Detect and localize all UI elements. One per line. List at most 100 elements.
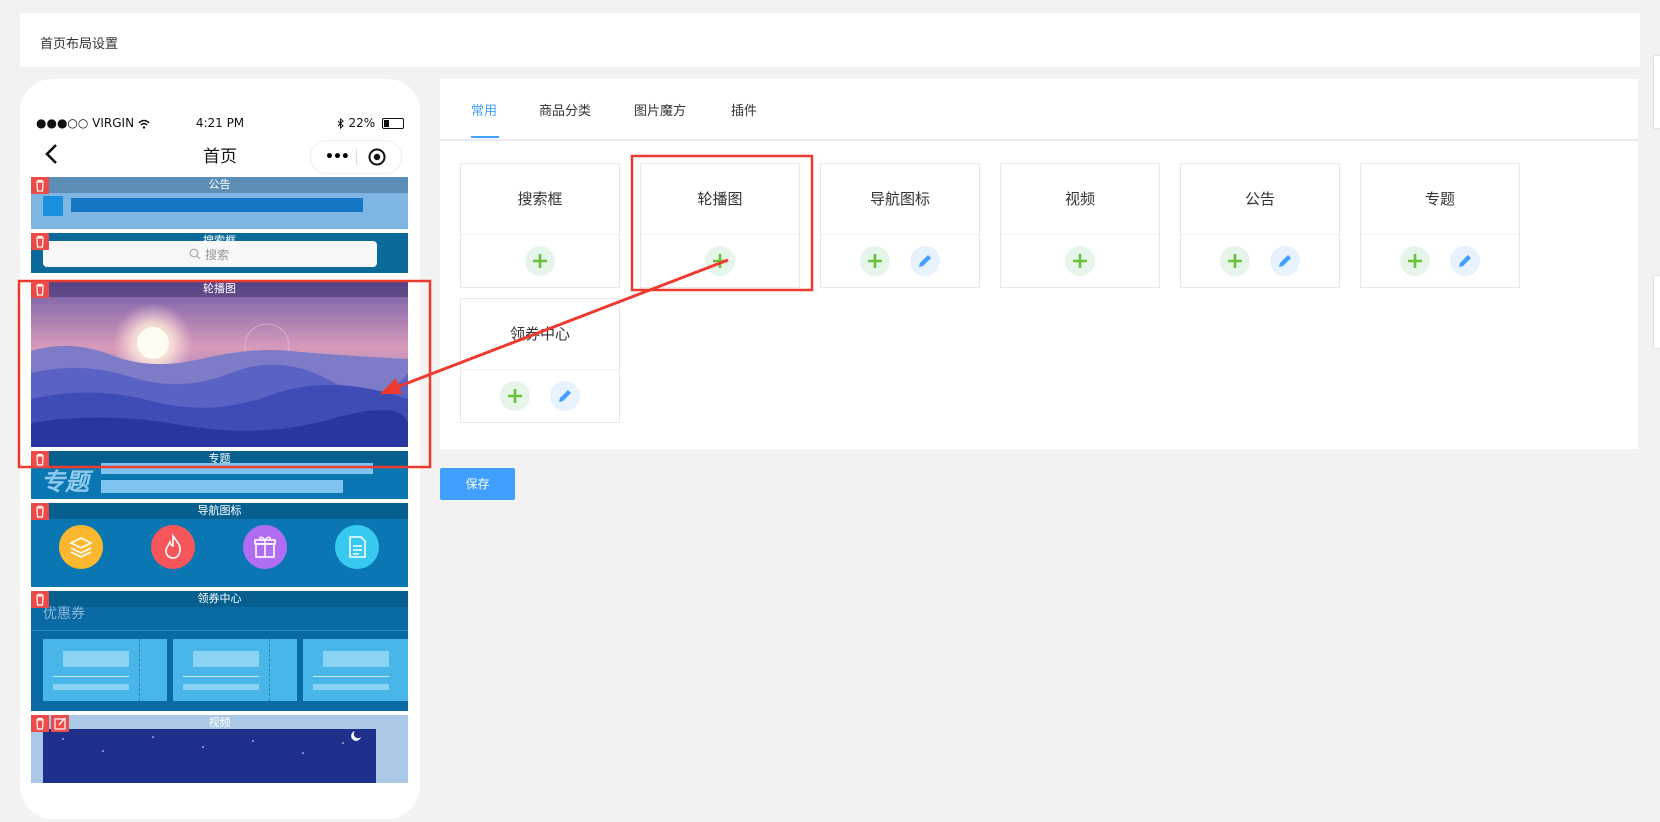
module-notice[interactable]: 公告 xyxy=(31,177,408,229)
tab-common[interactable]: 常用 xyxy=(471,100,497,119)
module-label: 导航图标 xyxy=(197,504,242,517)
layers-icon xyxy=(59,525,103,569)
module-list: 公告 搜索框 搜索 轮播图 专题 专题 导航图标 领券中心 优惠券 视频 xyxy=(31,177,408,783)
component-card-video: 视频 xyxy=(1000,163,1160,288)
trash-icon xyxy=(36,453,44,466)
card-title: 专题 xyxy=(1361,164,1519,235)
module-label: 轮播图 xyxy=(203,282,236,295)
delete-module-button[interactable] xyxy=(31,503,49,520)
module-label: 领券中心 xyxy=(197,592,242,605)
delete-module-button[interactable] xyxy=(31,233,49,250)
side-panel-edge[interactable] xyxy=(1654,276,1660,348)
plus-icon xyxy=(1408,254,1423,268)
battery-status: 22% xyxy=(337,116,404,130)
module-search[interactable]: 搜索框 搜索 xyxy=(31,233,408,273)
delete-module-button[interactable] xyxy=(31,451,49,468)
capsule-menu[interactable]: ••• xyxy=(310,140,402,174)
capsule-divider xyxy=(356,149,357,165)
component-panel: 常用 商品分类 图片魔方 插件 搜索框 轮播图 导航图标 视频 公告 专题 领券… xyxy=(440,79,1638,449)
coupon-card xyxy=(173,639,297,701)
notice-bar xyxy=(71,198,363,212)
edit-module-button[interactable] xyxy=(51,715,69,732)
trash-icon xyxy=(36,717,44,730)
page-title: 首页布局设置 xyxy=(40,37,119,52)
module-label: 公告 xyxy=(208,178,231,191)
header-bar: 首页布局设置 xyxy=(20,13,1640,67)
plus-icon xyxy=(713,254,727,268)
component-card-notice: 公告 xyxy=(1180,163,1340,288)
card-title: 导航图标 xyxy=(821,164,979,235)
add-button[interactable] xyxy=(1400,246,1431,276)
phone-preview: ●●●○○ VIRGIN 4:21 PM 22% 首页 ••• 公告 搜索框 搜… xyxy=(20,79,420,819)
coupon-card xyxy=(303,639,408,701)
pencil-icon xyxy=(918,255,931,267)
card-title: 领券中心 xyxy=(461,299,619,370)
topic-line xyxy=(101,480,343,493)
delete-module-button[interactable] xyxy=(31,591,49,608)
add-button[interactable] xyxy=(860,246,891,276)
tab-plugins[interactable]: 插件 xyxy=(731,100,757,119)
component-card-coupon: 领券中心 xyxy=(460,298,620,423)
delete-module-button[interactable] xyxy=(31,715,49,732)
edit-button[interactable] xyxy=(549,381,580,411)
plus-icon xyxy=(1228,254,1243,268)
card-title: 轮播图 xyxy=(641,164,799,235)
document-icon xyxy=(335,525,379,569)
tab-image-cube[interactable]: 图片魔方 xyxy=(634,100,686,119)
module-label: 专题 xyxy=(208,452,231,465)
trash-icon xyxy=(36,235,44,248)
banner-image xyxy=(31,281,408,447)
more-icon[interactable]: ••• xyxy=(325,149,350,165)
component-tabs: 常用 商品分类 图片魔方 插件 xyxy=(440,79,1638,141)
pencil-icon xyxy=(1458,255,1471,267)
add-button[interactable] xyxy=(1065,246,1095,276)
video-preview xyxy=(43,729,376,783)
add-button[interactable] xyxy=(705,246,735,276)
fire-icon xyxy=(151,525,195,569)
component-card-nav-icons: 导航图标 xyxy=(820,163,980,288)
plus-icon xyxy=(1073,254,1087,268)
pencil-icon xyxy=(1278,255,1291,267)
module-nav-icons[interactable]: 导航图标 xyxy=(31,503,408,587)
trash-icon xyxy=(36,505,44,518)
module-label: 搜索框 xyxy=(203,234,236,247)
component-card-banner: 轮播图 xyxy=(640,163,800,288)
bluetooth-icon xyxy=(337,117,344,130)
active-tab-indicator xyxy=(471,136,499,138)
notice-icon xyxy=(43,196,63,216)
module-coupon[interactable]: 领券中心 优惠券 xyxy=(31,591,408,711)
module-video[interactable]: 视频 xyxy=(31,715,408,783)
coupon-card xyxy=(43,639,167,701)
plus-icon xyxy=(533,254,547,268)
mini-program-nav-bar: 首页 ••• xyxy=(20,136,420,174)
tab-product-category[interactable]: 商品分类 xyxy=(539,100,591,119)
module-label: 视频 xyxy=(208,716,231,729)
plus-icon xyxy=(868,254,883,268)
plus-icon xyxy=(508,389,523,403)
search-icon xyxy=(189,248,201,260)
delete-module-button[interactable] xyxy=(31,281,49,298)
status-bar: ●●●○○ VIRGIN 4:21 PM 22% xyxy=(36,116,404,134)
side-panel-edge[interactable] xyxy=(1654,56,1660,128)
battery-icon xyxy=(382,118,404,129)
save-button[interactable]: 保存 xyxy=(440,468,515,500)
gift-icon xyxy=(243,525,287,569)
close-target-icon[interactable] xyxy=(368,148,386,166)
trash-icon xyxy=(36,283,44,296)
module-topic[interactable]: 专题 专题 xyxy=(31,451,408,499)
card-title: 公告 xyxy=(1181,164,1339,235)
delete-module-button[interactable] xyxy=(31,177,49,194)
add-button[interactable] xyxy=(525,246,555,276)
add-button[interactable] xyxy=(500,381,531,411)
edit-button[interactable] xyxy=(1449,246,1480,276)
card-title: 视频 xyxy=(1001,164,1159,235)
trash-icon xyxy=(36,179,44,192)
component-card-search: 搜索框 xyxy=(460,163,620,288)
pencil-icon xyxy=(558,390,571,402)
module-banner[interactable]: 轮播图 xyxy=(31,281,408,447)
add-button[interactable] xyxy=(1220,246,1251,276)
edit-button[interactable] xyxy=(1269,246,1300,276)
trash-icon xyxy=(36,593,44,606)
edit-button[interactable] xyxy=(909,246,940,276)
component-card-topic: 专题 xyxy=(1360,163,1520,288)
